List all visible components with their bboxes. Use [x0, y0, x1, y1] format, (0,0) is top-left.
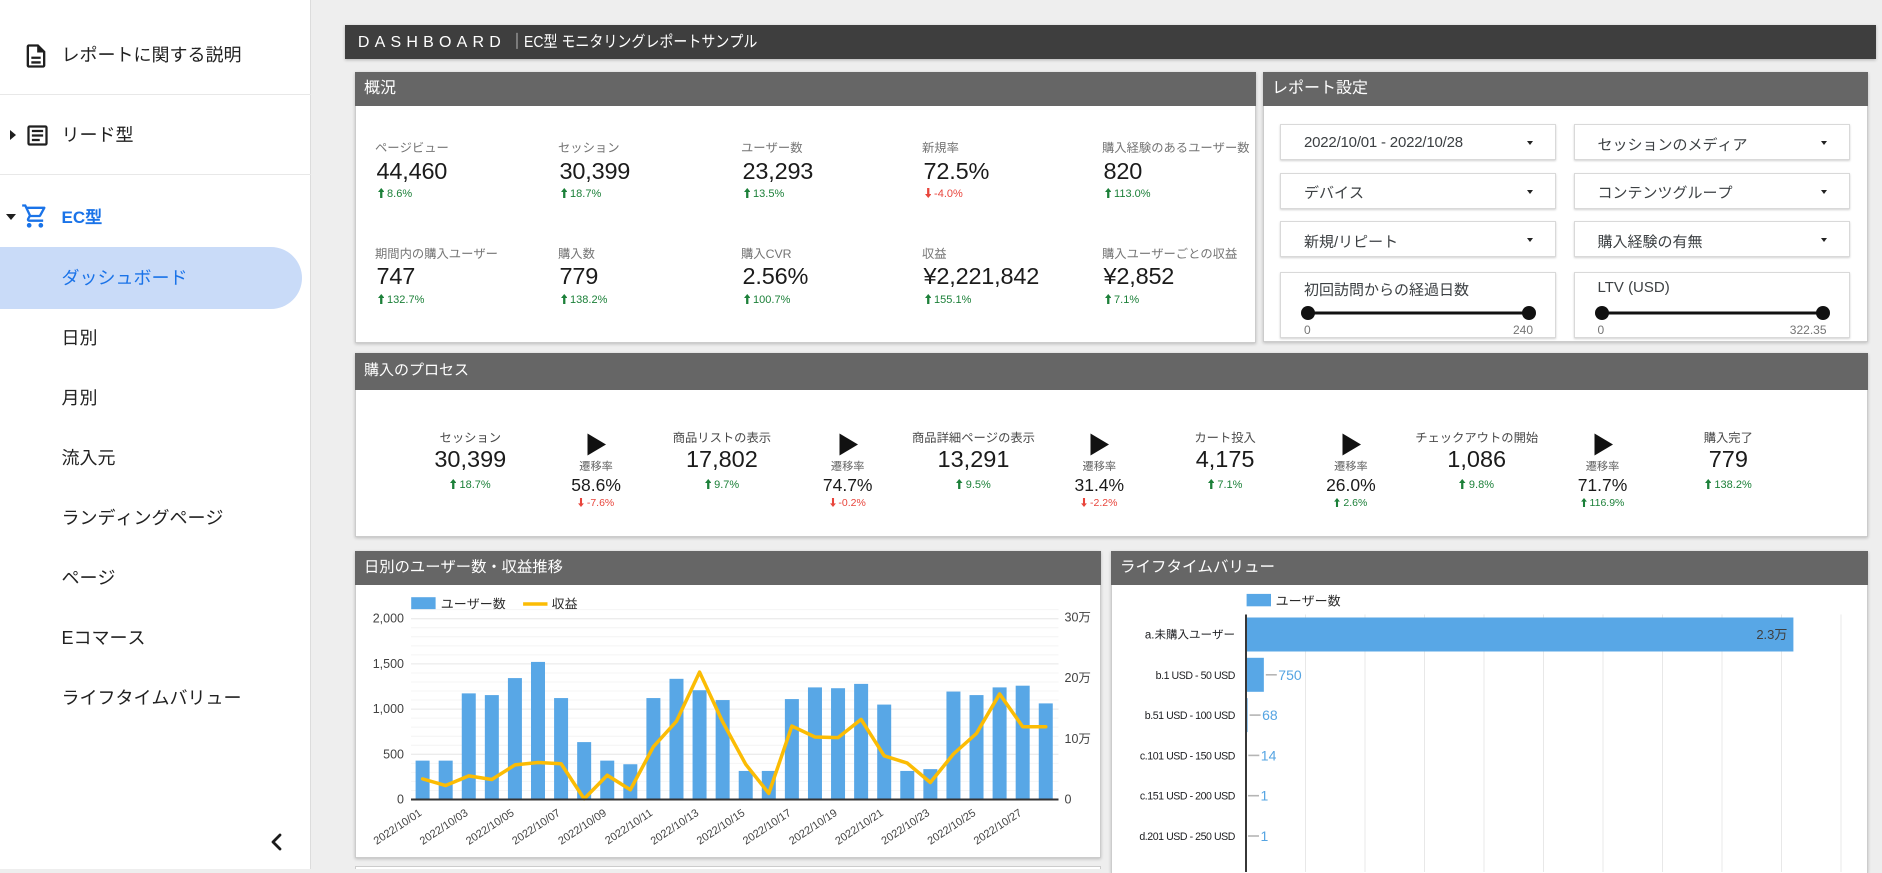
svg-text:2022/10/01: 2022/10/01 — [372, 807, 425, 847]
svg-text:2022/10/07: 2022/10/07 — [510, 807, 563, 847]
svg-text:2,000: 2,000 — [373, 611, 404, 625]
svg-text:20万: 20万 — [1065, 671, 1091, 685]
svg-text:2022/10/09: 2022/10/09 — [556, 807, 609, 847]
svg-text:1: 1 — [1261, 828, 1269, 844]
svg-text:ユーザー数: ユーザー数 — [1276, 593, 1341, 608]
svg-text:b.51 USD - 100 USD: b.51 USD - 100 USD — [1145, 710, 1236, 722]
svg-text:1: 1 — [1261, 787, 1269, 803]
svg-text:1,000: 1,000 — [373, 702, 404, 716]
svg-text:b.1 USD - 50 USD: b.1 USD - 50 USD — [1156, 669, 1236, 681]
svg-text:68: 68 — [1262, 707, 1278, 723]
svg-text:2022/10/15: 2022/10/15 — [695, 807, 748, 847]
svg-text:2022/10/13: 2022/10/13 — [649, 807, 702, 847]
svg-text:10万: 10万 — [1065, 731, 1091, 745]
svg-text:c.101 USD - 150 USD: c.101 USD - 150 USD — [1140, 750, 1236, 762]
svg-text:2022/10/21: 2022/10/21 — [833, 807, 886, 847]
svg-text:2.3万: 2.3万 — [1756, 627, 1787, 642]
svg-text:500: 500 — [383, 747, 404, 761]
svg-text:2022/10/03: 2022/10/03 — [418, 807, 471, 847]
svg-text:2022/10/17: 2022/10/17 — [741, 807, 794, 847]
svg-text:2022/10/05: 2022/10/05 — [464, 807, 517, 847]
svg-text:0: 0 — [1065, 792, 1072, 806]
svg-text:c.151 USD - 200 USD: c.151 USD - 200 USD — [1140, 790, 1236, 802]
svg-text:2022/10/25: 2022/10/25 — [926, 807, 979, 847]
svg-text:750: 750 — [1278, 666, 1302, 682]
svg-text:0: 0 — [397, 792, 404, 806]
svg-text:2022/10/19: 2022/10/19 — [787, 807, 840, 847]
svg-text:d.201 USD - 250 USD: d.201 USD - 250 USD — [1139, 831, 1235, 843]
svg-text:30万: 30万 — [1065, 610, 1091, 624]
svg-text:2022/10/23: 2022/10/23 — [879, 807, 932, 847]
svg-text:2022/10/11: 2022/10/11 — [603, 807, 655, 847]
svg-text:14: 14 — [1261, 747, 1277, 763]
svg-text:1,500: 1,500 — [373, 656, 404, 670]
svg-text:2022/10/27: 2022/10/27 — [972, 807, 1025, 847]
svg-text:a.未購入ユーザー: a.未購入ユーザー — [1145, 628, 1235, 641]
